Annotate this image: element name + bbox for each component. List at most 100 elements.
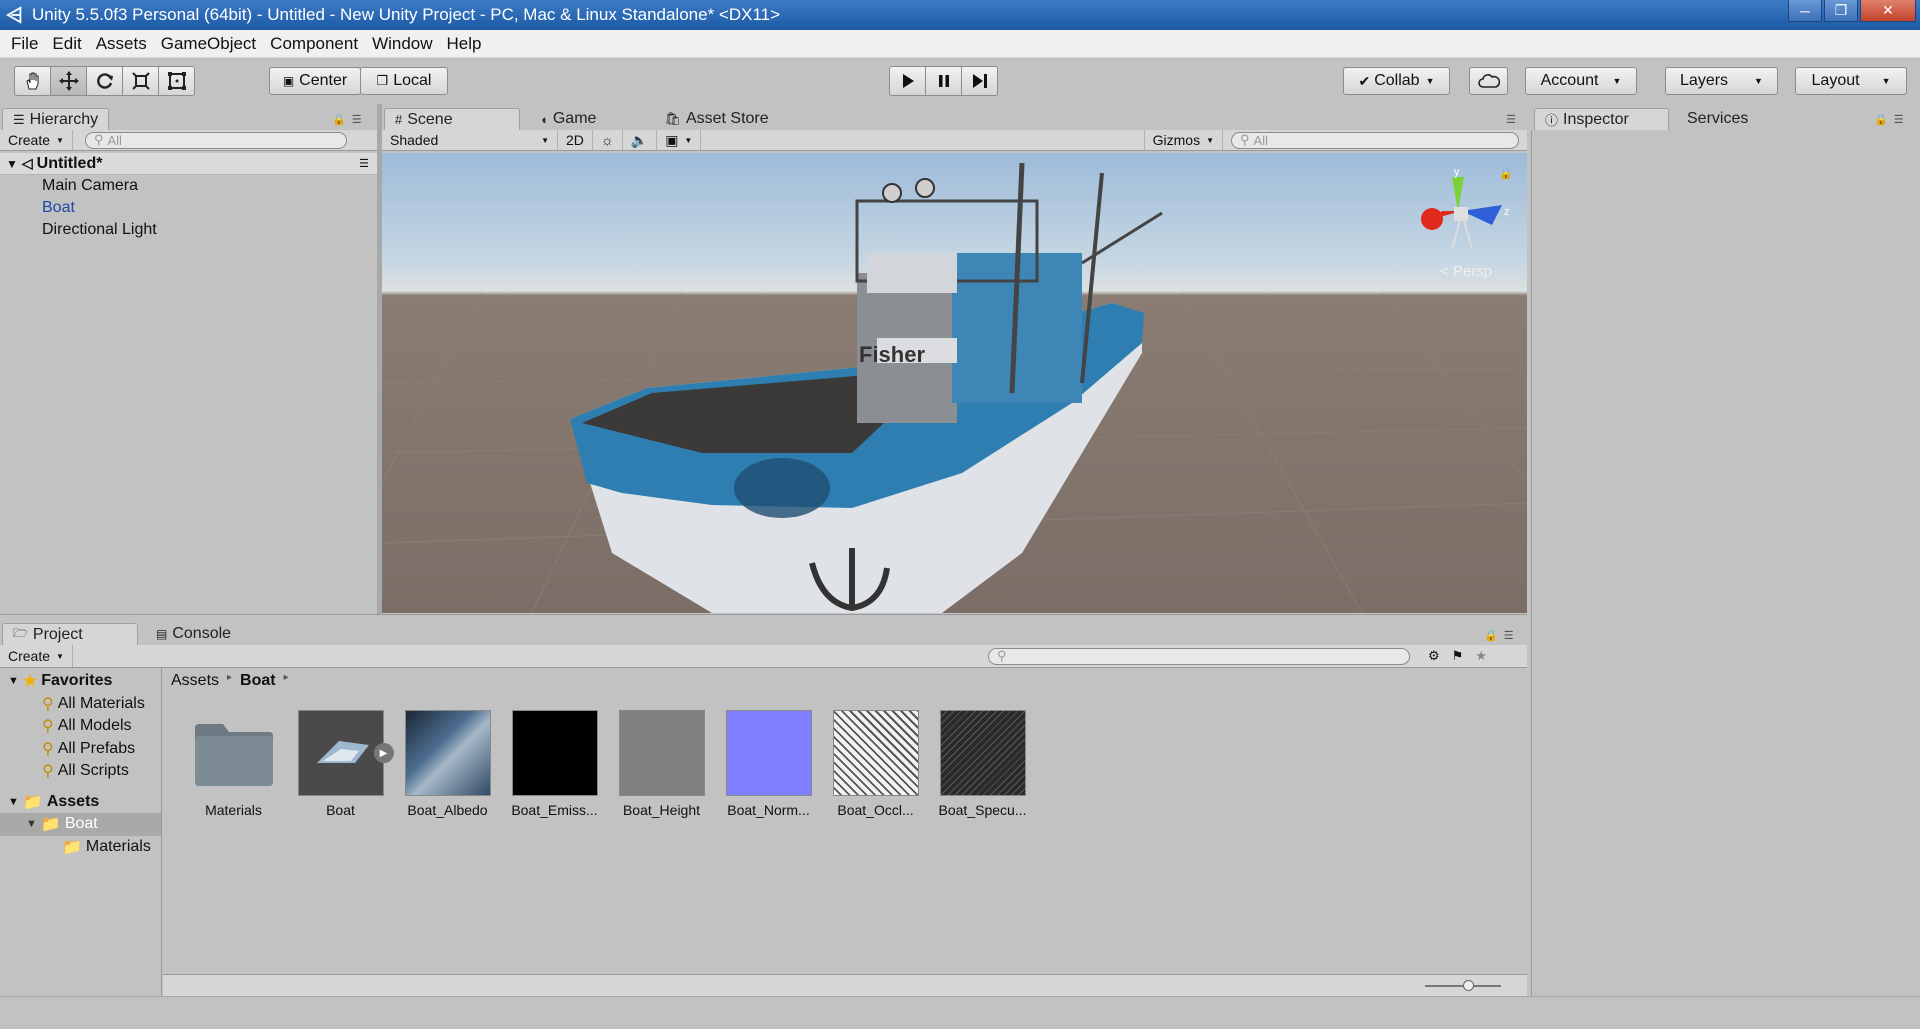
rect-tool-button[interactable] — [158, 66, 195, 96]
inspector-panel-menu[interactable]: 🔒 ☰ — [1874, 113, 1904, 126]
tab-hierarchy[interactable]: ☰ Hierarchy — [2, 108, 110, 130]
asset-boat-specular[interactable]: Boat_Specu... — [930, 710, 1035, 818]
texture-thumbnail-icon — [511, 710, 598, 796]
tree-folder-boat[interactable]: ▼ 📁 Boat — [0, 813, 161, 836]
hierarchy-item-main-camera[interactable]: Main Camera — [0, 175, 377, 197]
project-create-dropdown[interactable]: Create ▼ — [0, 645, 73, 667]
hull-lettering: Fisher — [859, 342, 925, 367]
scene-menu-icon[interactable]: ☰ — [359, 157, 369, 170]
slider-thumb[interactable] — [1463, 980, 1474, 991]
boat-model[interactable]: Fisher — [570, 162, 1163, 613]
menu-file[interactable]: File — [4, 34, 45, 54]
orientation-gizmo[interactable]: y z < Persp — [1412, 163, 1512, 280]
move-tool-button[interactable] — [50, 66, 87, 96]
scene-panel-menu[interactable]: ☰ — [1506, 113, 1516, 126]
scene-lighting-toggle[interactable]: ☼ — [593, 130, 623, 150]
asset-boat-model[interactable]: ▶ Boat — [288, 710, 394, 818]
menu-component[interactable]: Component — [263, 34, 365, 54]
scene-search-input[interactable]: ⚲ All — [1231, 131, 1519, 149]
play-controls — [889, 66, 998, 96]
tab-game[interactable]: ◖ Game — [530, 108, 606, 130]
expand-arrow-icon: ▼ — [26, 818, 37, 831]
project-search-input[interactable]: ⚲ — [988, 647, 1410, 665]
tab-inspector[interactable]: ⓘ Inspector — [1534, 108, 1669, 130]
scale-tool-button[interactable] — [122, 66, 159, 96]
layout-dropdown[interactable]: Layout ▼ — [1795, 67, 1907, 95]
close-button[interactable]: ✕ — [1860, 0, 1916, 22]
minimize-button[interactable]: ─ — [1788, 0, 1822, 22]
assets-header[interactable]: ▼ 📁 Assets — [0, 791, 161, 814]
asset-boat-height[interactable]: Boat_Height — [609, 710, 714, 818]
tab-asset-store[interactable]: 🛍 Asset Store — [654, 108, 778, 130]
asset-label: Boat_Norm... — [727, 802, 810, 818]
filter-type-icon[interactable]: ⚙ — [1428, 648, 1440, 664]
gizmos-label: Gizmos — [1152, 132, 1201, 148]
toggle-2d-button[interactable]: 2D — [558, 130, 593, 150]
shading-mode-dropdown[interactable]: Shaded ▼ — [382, 130, 558, 150]
breadcrumb-boat[interactable]: Boat — [240, 672, 276, 690]
move-icon — [58, 71, 79, 91]
favorite-all-models[interactable]: ⚲ All Models — [0, 715, 161, 738]
scene-effects-dropdown[interactable]: ▣ ▼ — [657, 130, 702, 150]
favorites-header[interactable]: ▼ ★ Favorites — [0, 670, 161, 693]
tab-console[interactable]: ▤ Console — [146, 623, 241, 645]
gizmos-dropdown[interactable]: Gizmos ▼ — [1143, 130, 1223, 150]
layers-dropdown[interactable]: Layers ▼ — [1665, 67, 1778, 95]
hierarchy-item-boat[interactable]: Boat — [0, 197, 377, 219]
dropdown-arrow-icon: ▼ — [1206, 135, 1214, 145]
pivot-local-button[interactable]: ❒ Local — [360, 67, 448, 95]
account-label: Account — [1540, 72, 1599, 89]
collab-dropdown[interactable]: ✔ Collab ▼ — [1343, 67, 1450, 95]
hierarchy-search-input[interactable]: ⚲ All — [84, 131, 347, 149]
filter-label-icon[interactable]: ⚑ — [1452, 648, 1464, 664]
favorite-star-icon[interactable]: ★ — [1475, 648, 1487, 664]
tab-scene[interactable]: # Scene — [384, 108, 520, 130]
hand-tool-button[interactable] — [14, 66, 51, 96]
inspector-body — [1531, 130, 1920, 996]
favorite-all-scripts[interactable]: ⚲ All Scripts — [0, 760, 161, 783]
cloud-button[interactable] — [1469, 67, 1508, 95]
expand-arrow-icon: ▼ — [6, 156, 18, 171]
favorite-all-prefabs[interactable]: ⚲ All Prefabs — [0, 738, 161, 761]
texture-thumbnail-icon — [618, 710, 705, 796]
step-button[interactable] — [961, 66, 998, 96]
asset-boat-occlusion[interactable]: Boat_Occl... — [823, 710, 928, 818]
hierarchy-item-directional-light[interactable]: Directional Light — [0, 219, 377, 241]
menu-assets[interactable]: Assets — [89, 34, 154, 54]
pivot-center-button[interactable]: ▣ Center — [269, 67, 361, 95]
project-panel-menu[interactable]: 🔒 ☰ — [1484, 629, 1514, 642]
asset-label: Boat_Specu... — [938, 802, 1027, 818]
hierarchy-list-icon: ☰ — [13, 111, 25, 127]
menu-window[interactable]: Window — [365, 34, 439, 54]
expand-prefab-icon[interactable]: ▶ — [373, 743, 394, 763]
rotate-tool-button[interactable] — [86, 66, 123, 96]
asset-boat-albedo[interactable]: Boat_Albedo — [395, 710, 500, 818]
tree-folder-materials[interactable]: 📁 Materials — [0, 836, 161, 859]
breadcrumb-assets[interactable]: Assets — [171, 672, 219, 690]
tab-project[interactable]: 🗁 Project — [2, 623, 138, 645]
asset-boat-normal[interactable]: Boat_Norm... — [716, 710, 821, 818]
menu-help[interactable]: Help — [440, 34, 489, 54]
favorite-all-materials[interactable]: ⚲ All Materials — [0, 693, 161, 716]
pause-button[interactable] — [925, 66, 962, 96]
scene-viewport[interactable]: Fisher y z < Persp 🔒 — [382, 153, 1527, 613]
favorite-all-scripts-label: All Scripts — [57, 762, 129, 780]
project-tab-label: Project — [32, 625, 83, 643]
scene-audio-toggle[interactable]: 🔈 — [623, 130, 658, 150]
asset-materials-folder[interactable]: Materials — [181, 710, 286, 818]
asset-boat-emission[interactable]: Boat_Emiss... — [502, 710, 607, 818]
hierarchy-create-dropdown[interactable]: Create ▼ — [0, 130, 73, 150]
maximize-button[interactable]: ❐ — [1824, 0, 1858, 22]
play-button[interactable] — [889, 66, 926, 96]
gizmo-lock-icon[interactable]: 🔒 — [1499, 167, 1513, 180]
scene-root-row[interactable]: ▼ ◁ Untitled* ☰ — [0, 153, 377, 175]
projection-label[interactable]: < Persp — [1440, 263, 1492, 280]
menu-edit[interactable]: Edit — [45, 34, 88, 54]
menu-gameobject[interactable]: GameObject — [154, 34, 263, 54]
star-icon: ★ — [22, 673, 38, 691]
model-thumbnail-icon: ▶ — [297, 710, 394, 796]
account-dropdown[interactable]: Account ▼ — [1525, 67, 1637, 95]
tab-services[interactable]: Services — [1677, 108, 1758, 130]
hierarchy-panel-menu[interactable]: 🔒 ☰ — [332, 113, 362, 126]
favorite-all-prefabs-label: All Prefabs — [57, 739, 136, 757]
